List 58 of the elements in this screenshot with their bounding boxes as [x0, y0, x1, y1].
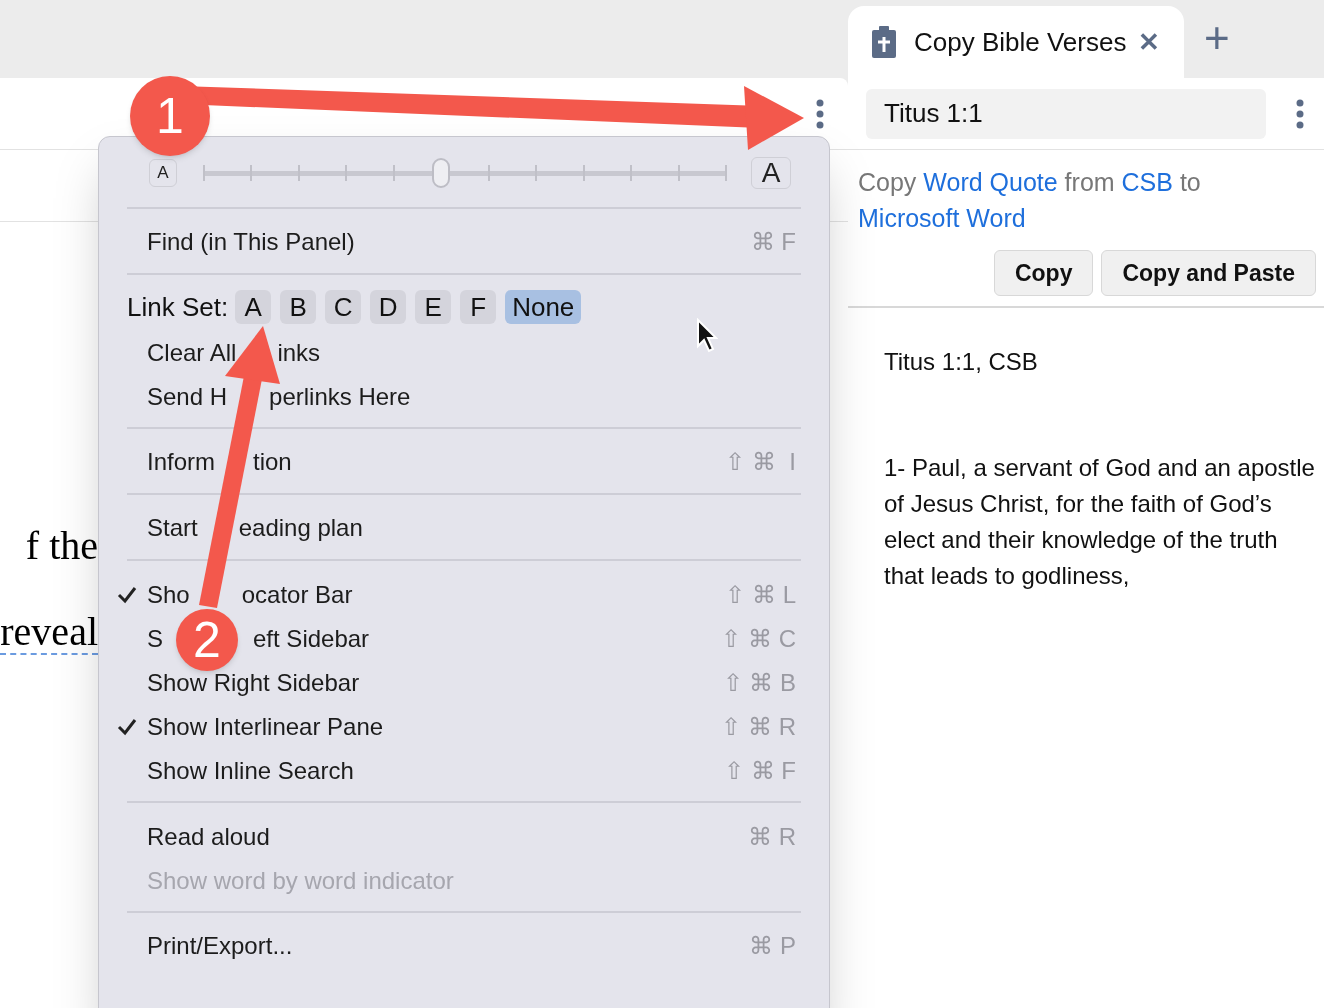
link-set-option[interactable]: A [235, 290, 272, 324]
menu-item-text[interactable]: ocator Bar [241, 583, 353, 607]
large-font-button[interactable]: A [751, 157, 791, 189]
tab-title: Copy Bible Verses [914, 25, 1127, 59]
menu-item-text[interactable]: Read aloud [147, 825, 270, 849]
link-set-option[interactable]: E [415, 290, 452, 324]
shortcut-text: ⇧ ⌘ I [725, 447, 796, 477]
reference-field[interactable]: Titus 1:1 [866, 88, 1266, 139]
link-set-option[interactable]: C [325, 290, 362, 324]
menu-item-text[interactable]: S [147, 627, 163, 651]
shortcut-text: ⇧ ⌘ B [722, 668, 796, 698]
menu-item-text[interactable]: Find (in This Panel) [147, 230, 355, 254]
menu-item-text[interactable]: tion [253, 450, 292, 474]
menu-item-text[interactable]: Print/Export... [147, 934, 293, 958]
font-size-slider[interactable] [203, 158, 725, 188]
shortcut-text: ⌘ P [749, 931, 796, 961]
menu-item-text[interactable]: Inform [147, 450, 215, 474]
link-set-label: Link Set: [127, 290, 229, 324]
menu-item-text[interactable]: inks [277, 341, 321, 365]
copy-button[interactable]: Copy and Paste [1101, 250, 1316, 296]
document-text: reveal [0, 608, 98, 656]
verse-text: 1- Paul, a servant of God and an apostle of Jesus Christ, for the faith of God’s elect and their knowledge of the truth that leads to godliness, [884, 453, 1316, 591]
menu-item-text[interactable]: Show Inline Search [147, 759, 354, 783]
menu-item-text[interactable]: Start [147, 516, 198, 540]
mouse-cursor-icon [696, 318, 718, 354]
link-set-option[interactable]: D [370, 290, 407, 324]
menu-item-text[interactable]: eft Sidebar [253, 627, 370, 651]
menu-item-text[interactable]: Show Right Sidebar [147, 671, 360, 695]
menu-item-text[interactable]: Send H [147, 385, 228, 409]
shortcut-text: ⇧ ⌘ R [721, 712, 796, 742]
small-font-button[interactable]: A [149, 159, 177, 187]
menu-item-text[interactable]: perlinks Here [269, 385, 411, 409]
menu-item-text[interactable]: Clear All [147, 341, 237, 365]
shortcut-text: ⇧ ⌘ L [725, 580, 796, 610]
active-tab[interactable]: Copy Bible Verses ✕ [848, 6, 1184, 78]
menu-item-text[interactable]: eading plan [238, 516, 363, 540]
link-set-option[interactable]: B [280, 290, 317, 324]
more-options-icon[interactable] [816, 98, 824, 129]
shortcut-text: ⌘ R [748, 822, 796, 852]
option-link[interactable]: Word Quote [923, 168, 1058, 196]
copy-button[interactable]: Copy [993, 250, 1094, 296]
copy-settings-sentence: Copy Word Quote from CSB to Microsoft Word [857, 167, 1202, 234]
new-tab-button[interactable]: + [1204, 16, 1230, 60]
shortcut-text: ⇧ ⌘ F [724, 756, 796, 786]
link-set-option[interactable]: None [505, 290, 582, 324]
link-set-option[interactable]: F [460, 290, 497, 324]
reference-heading: Titus 1:1, CSB [884, 347, 1039, 377]
shortcut-text: ⇧ ⌘ C [721, 624, 796, 654]
shortcut-text: ⌘ F [750, 227, 796, 257]
option-link[interactable]: CSB [1121, 168, 1173, 196]
document-text: f the [25, 522, 98, 570]
menu-item-text[interactable]: Sho [147, 583, 190, 607]
more-options-icon[interactable] [1296, 98, 1304, 129]
slider-thumb[interactable] [432, 158, 451, 188]
option-link[interactable]: Microsoft Word [858, 204, 1026, 232]
clipboard-icon [872, 26, 896, 58]
close-tab-button[interactable]: ✕ [1138, 22, 1160, 62]
menu-item-text[interactable]: Show Interlinear Pane [147, 715, 384, 739]
